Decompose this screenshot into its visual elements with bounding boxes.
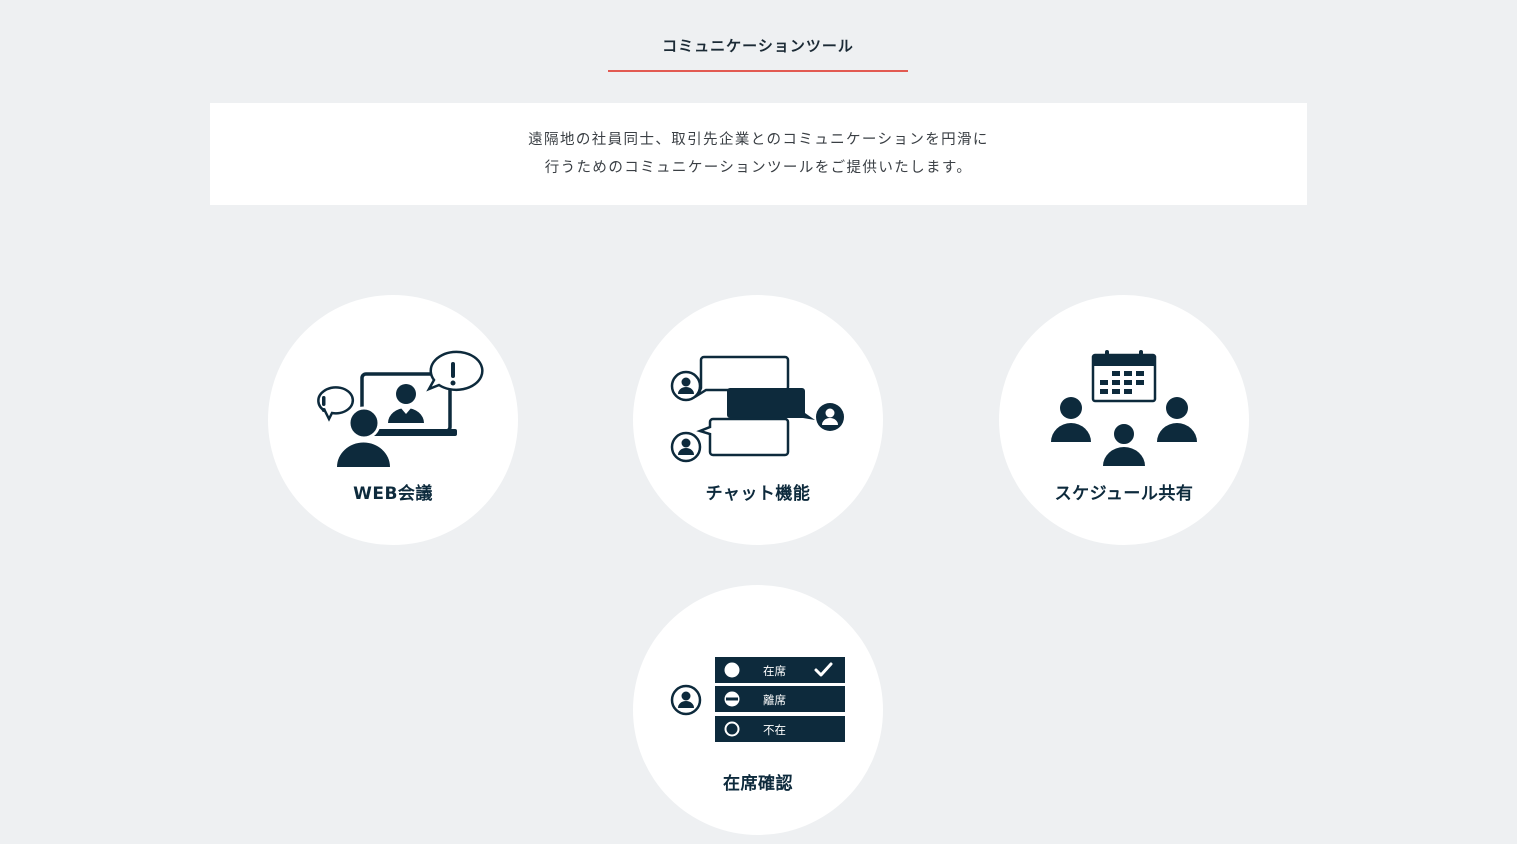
status-away: 離席: [763, 693, 786, 707]
status-absent: 不在: [763, 723, 786, 737]
intro-box: 遠隔地の社員同士、取引先企業とのコミュニケーションを円滑に 行うためのコミュニケ…: [210, 103, 1307, 205]
feature-label-schedule-share: スケジュール共有: [1054, 484, 1194, 504]
feature-presence-check[interactable]: 在席 離席 不在 在席確認: [633, 585, 883, 835]
schedule-share-icon: [1051, 350, 1197, 466]
chat-icon: [670, 355, 844, 463]
section-title: コミュニケーションツール: [608, 30, 908, 72]
intro-line-1: 遠隔地の社員同士、取引先企業とのコミュニケーションを円滑に: [528, 132, 989, 148]
feature-schedule-share[interactable]: スケジュール共有: [999, 295, 1249, 545]
feature-chat[interactable]: チャット機能: [633, 295, 883, 545]
feature-label-web-meeting: WEB会議: [353, 484, 433, 504]
feature-label-chat: チャット機能: [705, 484, 811, 504]
feature-web-meeting[interactable]: WEB会議: [268, 295, 518, 545]
feature-label-presence-check: 在席確認: [723, 774, 793, 794]
presence-check-icon: 在席 離席 不在: [670, 657, 845, 742]
web-meeting-icon: [317, 350, 484, 467]
intro-line-2: 行うためのコミュニケーションツールをご提供いたします。: [544, 160, 973, 176]
status-present: 在席: [763, 664, 786, 678]
